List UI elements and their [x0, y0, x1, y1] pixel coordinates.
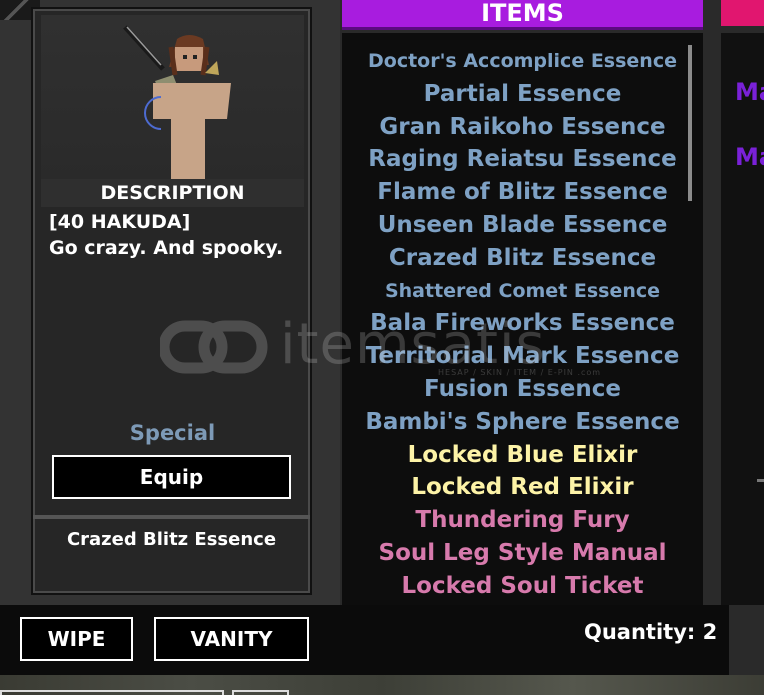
equip-button[interactable]: Equip: [52, 455, 291, 499]
item-row[interactable]: Soul Leg Style Manual: [342, 537, 703, 570]
wipe-button[interactable]: WIPE: [20, 617, 133, 661]
items-panel[interactable]: Doctor's Accomplice Essence Partial Essen…: [342, 33, 703, 605]
item-row[interactable]: Shattered Comet Essence: [342, 275, 703, 308]
item-row[interactable]: Locked Blue Elixir: [342, 439, 703, 472]
scrollbar[interactable]: [688, 45, 692, 201]
hotbar-slot[interactable]: [232, 690, 289, 695]
divider: [33, 515, 310, 519]
item-row[interactable]: Territorial Mark Essence: [342, 340, 703, 373]
ground-background: [0, 675, 764, 695]
description-panel: DESCRIPTION [40 HAKUDA] Go crazy. And sp…: [31, 7, 312, 595]
right-panel: Ma Ma: [721, 33, 764, 605]
item-row[interactable]: Locked Soul Ticket: [342, 570, 703, 603]
items-header: ITEMS: [342, 0, 703, 30]
item-preview: [41, 15, 304, 185]
item-row[interactable]: Doctor's Accomplice Essence: [342, 45, 703, 78]
right-panel-header: [721, 0, 764, 26]
item-row[interactable]: Raging Reiatsu Essence: [342, 143, 703, 176]
vanity-button[interactable]: VANITY: [154, 617, 309, 661]
item-row[interactable]: Flame of Blitz Essence: [342, 176, 703, 209]
item-description: [40 HAKUDA] Go crazy. And spooky.: [49, 211, 284, 259]
description-heading: DESCRIPTION: [41, 179, 304, 207]
item-row[interactable]: Thundering Fury: [342, 504, 703, 537]
hotbar-slot[interactable]: [0, 690, 224, 695]
bottom-bar: WIPE VANITY Quantity: 2: [0, 605, 729, 675]
item-row[interactable]: Crazed Blitz Essence: [342, 242, 703, 275]
item-row[interactable]: Gran Raikoho Essence: [342, 111, 703, 144]
item-row[interactable]: Bambi's Sphere Essence: [342, 406, 703, 439]
right-panel-dash: [757, 479, 764, 482]
right-panel-label-1: Ma: [735, 78, 764, 106]
rarity-label: Special: [129, 421, 216, 445]
item-row[interactable]: Partial Essence: [342, 78, 703, 111]
item-row[interactable]: Bala Fireworks Essence: [342, 307, 703, 340]
right-panel-label-2: Ma: [735, 143, 764, 171]
avatar-icon: [123, 25, 231, 179]
selected-item-name: Crazed Blitz Essence: [66, 529, 277, 550]
item-row[interactable]: Locked Red Elixir: [342, 471, 703, 504]
item-row[interactable]: Unseen Blade Essence: [342, 209, 703, 242]
item-row[interactable]: Fusion Essence: [342, 373, 703, 406]
quantity-label: Quantity: 2: [584, 620, 718, 644]
items-list: Doctor's Accomplice Essence Partial Essen…: [342, 45, 703, 603]
